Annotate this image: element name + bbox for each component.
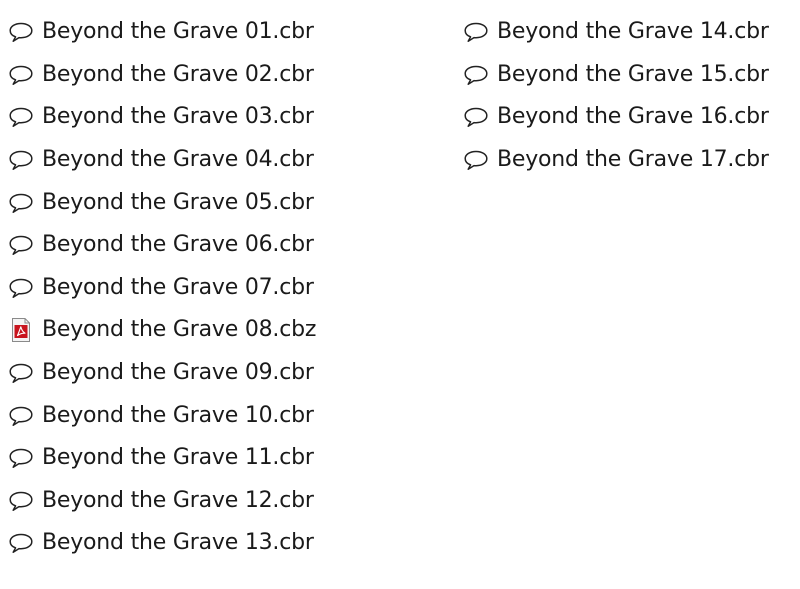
file-item[interactable]: Beyond the Grave 12.cbr [8, 480, 316, 523]
speech-bubble-icon [8, 190, 36, 216]
file-name: Beyond the Grave 03.cbr [42, 104, 314, 130]
file-item[interactable]: Beyond the Grave 06.cbr [8, 224, 316, 267]
file-item[interactable]: Beyond the Grave 01.cbr [8, 11, 316, 54]
file-name: Beyond the Grave 12.cbr [42, 487, 314, 513]
file-item[interactable]: Beyond the Grave 11.cbr [8, 437, 316, 480]
speech-bubble-icon [8, 488, 36, 514]
file-name: Beyond the Grave 16.cbr [497, 104, 769, 130]
file-list-view: Beyond the Grave 01.cbr Beyond the Grave… [0, 0, 800, 589]
file-item[interactable]: Beyond the Grave 03.cbr [8, 96, 316, 139]
file-item[interactable]: Beyond the Grave 02.cbr [8, 54, 316, 97]
speech-bubble-icon [463, 62, 491, 88]
file-item[interactable]: Beyond the Grave 16.cbr [463, 96, 769, 139]
file-name: Beyond the Grave 08.cbz [42, 317, 317, 343]
file-name: Beyond the Grave 07.cbr [42, 274, 314, 300]
pdf-document-icon [8, 317, 36, 343]
speech-bubble-icon [8, 62, 36, 88]
speech-bubble-icon [463, 104, 491, 130]
file-item[interactable]: Beyond the Grave 08.cbz [8, 309, 316, 352]
file-item[interactable]: Beyond the Grave 05.cbr [8, 181, 316, 224]
file-name: Beyond the Grave 10.cbr [42, 402, 314, 428]
speech-bubble-icon [463, 19, 491, 45]
speech-bubble-icon [8, 147, 36, 173]
speech-bubble-icon [463, 147, 491, 173]
file-column-1: Beyond the Grave 01.cbr Beyond the Grave… [8, 11, 316, 565]
speech-bubble-icon [8, 403, 36, 429]
file-item[interactable]: Beyond the Grave 10.cbr [8, 394, 316, 437]
file-name: Beyond the Grave 01.cbr [42, 19, 314, 45]
file-item[interactable]: Beyond the Grave 15.cbr [463, 54, 769, 97]
file-item[interactable]: Beyond the Grave 13.cbr [8, 522, 316, 565]
file-name: Beyond the Grave 09.cbr [42, 360, 314, 386]
speech-bubble-icon [8, 360, 36, 386]
file-name: Beyond the Grave 15.cbr [497, 61, 769, 87]
file-name: Beyond the Grave 11.cbr [42, 445, 314, 471]
file-name: Beyond the Grave 05.cbr [42, 189, 314, 215]
file-name: Beyond the Grave 13.cbr [42, 530, 314, 556]
speech-bubble-icon [8, 104, 36, 130]
file-item[interactable]: Beyond the Grave 17.cbr [463, 139, 769, 182]
file-column-2: Beyond the Grave 14.cbr Beyond the Grave… [463, 11, 769, 181]
file-item[interactable]: Beyond the Grave 14.cbr [463, 11, 769, 54]
file-item[interactable]: Beyond the Grave 07.cbr [8, 267, 316, 310]
speech-bubble-icon [8, 19, 36, 45]
speech-bubble-icon [8, 232, 36, 258]
file-item[interactable]: Beyond the Grave 04.cbr [8, 139, 316, 182]
file-name: Beyond the Grave 17.cbr [497, 147, 769, 173]
file-name: Beyond the Grave 04.cbr [42, 147, 314, 173]
file-name: Beyond the Grave 02.cbr [42, 61, 314, 87]
speech-bubble-icon [8, 275, 36, 301]
file-item[interactable]: Beyond the Grave 09.cbr [8, 352, 316, 395]
file-name: Beyond the Grave 06.cbr [42, 232, 314, 258]
speech-bubble-icon [8, 530, 36, 556]
file-name: Beyond the Grave 14.cbr [497, 19, 769, 45]
speech-bubble-icon [8, 445, 36, 471]
